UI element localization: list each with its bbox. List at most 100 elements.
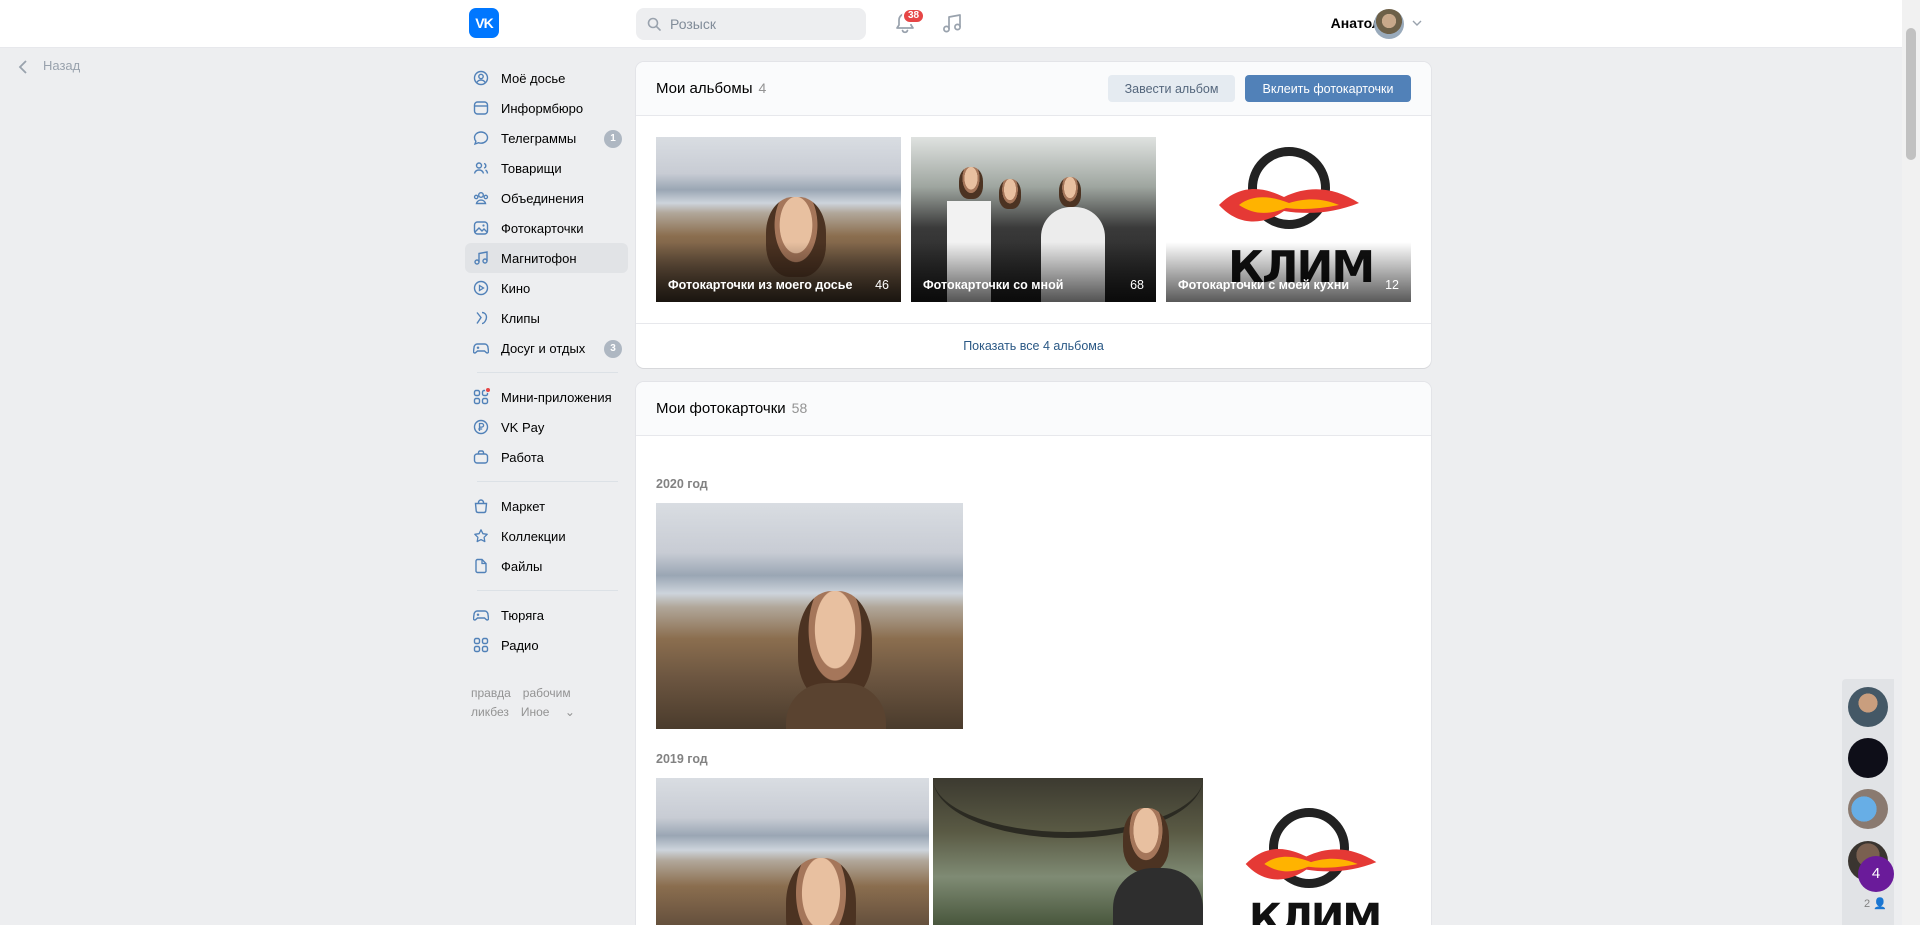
grid-icon: [473, 637, 489, 653]
sidebar-item-user-circle[interactable]: Моё досье: [465, 63, 628, 93]
album-count: 46: [875, 278, 889, 292]
album-card[interactable]: Фотокарточки со мной 68: [911, 137, 1156, 302]
sidebar-item-count: 1: [604, 130, 622, 148]
footer-link-more[interactable]: Иное ⌄: [521, 705, 575, 719]
create-album-button[interactable]: Завести альбом: [1108, 75, 1235, 102]
klim-logo-text: КЛИМ: [1249, 896, 1382, 925]
footer-link-developers[interactable]: рабочим: [523, 686, 571, 700]
year-label: 2020 год: [656, 477, 708, 491]
search-input[interactable]: [670, 8, 860, 40]
sidebar-item-grid[interactable]: Радио: [465, 630, 628, 660]
sidebar-item-label: Магнитофон: [501, 251, 577, 266]
photos-block: Мои фотокарточки 58 2020 год 2019 год КЛИ…: [636, 382, 1431, 925]
video-icon: [473, 280, 489, 296]
photo-thumbnail[interactable]: [656, 503, 963, 729]
top-header: VK 38 Анатолий: [0, 0, 1902, 48]
sidebar-item-label: VK Pay: [501, 420, 545, 435]
sidebar-item-apps[interactable]: Мини-приложения: [465, 382, 628, 412]
albums-block: Мои альбомы 4 Завести альбом Вклеить фото…: [636, 62, 1431, 368]
photo-thumbnail[interactable]: [656, 778, 929, 925]
album-card[interactable]: Фотокарточки из моего досье 46: [656, 137, 901, 302]
year-label: 2019 год: [656, 752, 708, 766]
sidebar-item-count: 3: [604, 340, 622, 358]
footer-link-more-label: Иное: [520, 705, 550, 719]
nav-separator: [477, 372, 618, 373]
album-card[interactable]: КЛИМ Фотокарточки с моей кухни 12: [1166, 137, 1411, 302]
sidebar-item-label: Радио: [501, 638, 539, 653]
album-title: Фотокарточки с моей кухни: [1178, 278, 1350, 292]
sidebar-item-label: Кино: [501, 281, 531, 296]
sidebar-item-label: Мини-приложения: [501, 390, 612, 405]
briefcase-icon: [473, 450, 489, 464]
albums-header: Мои альбомы 4 Завести альбом Вклеить фото…: [636, 62, 1431, 116]
sidebar-item-friends[interactable]: Товарищи: [465, 153, 628, 183]
clips-icon: [476, 311, 488, 325]
sidebar-item-label: Объединения: [501, 191, 584, 206]
sidebar-footer: правда рабочим ликбез Иное ⌄: [471, 684, 621, 722]
sidebar-item-label: Товарищи: [501, 161, 562, 176]
new-dot-badge: [485, 387, 491, 393]
gamepad-icon: [473, 343, 489, 354]
albums-count: 4: [758, 80, 767, 96]
friends-icon: [473, 162, 489, 174]
sidebar-item-news[interactable]: Информбюро: [465, 93, 628, 123]
back-label: Назад: [43, 58, 81, 73]
search-icon: [647, 17, 661, 31]
sidebar-item-label: Тюряга: [501, 608, 544, 623]
albums-title: Мои альбомы 4: [656, 80, 767, 97]
photo-thumbnail[interactable]: КЛИМ: [1207, 778, 1411, 925]
friend-avatar[interactable]: [1848, 687, 1888, 727]
sidebar-item-video[interactable]: Кино: [465, 273, 628, 303]
nav-separator: [477, 481, 618, 482]
sidebar-item-briefcase[interactable]: Работа: [465, 442, 628, 472]
page-scrollbar[interactable]: [1902, 0, 1920, 925]
sidebar-item-clips[interactable]: Клипы: [465, 303, 628, 333]
album-count: 68: [1130, 278, 1144, 292]
bag-icon: [474, 499, 488, 514]
star-icon: [474, 529, 488, 543]
sidebar-item-label: Телеграммы: [501, 131, 577, 146]
music-icon[interactable]: [940, 11, 964, 35]
scrollbar-thumb[interactable]: [1906, 28, 1916, 160]
upload-photos-button[interactable]: Вклеить фотокарточки: [1245, 75, 1411, 102]
footer-link-blog[interactable]: правда: [471, 686, 511, 700]
sidebar-item-label: Моё досье: [501, 71, 566, 86]
vk-logo[interactable]: VK: [469, 8, 499, 38]
chevron-left-icon: [18, 60, 27, 74]
photo-thumbnail[interactable]: [933, 778, 1203, 925]
sidebar-item-file[interactable]: Файлы: [465, 551, 628, 581]
sidebar-item-label: Работа: [501, 450, 544, 465]
photos-header: Мои фотокарточки 58: [636, 382, 1431, 436]
message-icon: [473, 131, 489, 146]
sidebar-item-label: Клипы: [501, 311, 540, 326]
footer-link-help[interactable]: ликбез: [471, 705, 509, 719]
sidebar-item-vkpay[interactable]: VK Pay: [465, 412, 628, 442]
sidebar-item-groups[interactable]: Объединения: [465, 183, 628, 213]
friend-avatar[interactable]: [1848, 789, 1888, 829]
sidebar-item-music[interactable]: Магнитофон: [465, 243, 628, 273]
chat-badge[interactable]: 4: [1858, 856, 1894, 892]
search-box[interactable]: [636, 8, 866, 40]
online-count: 2 👤: [1864, 898, 1887, 910]
groups-icon: [473, 192, 489, 205]
photos-title: Мои фотокарточки 58: [656, 400, 808, 417]
avatar[interactable]: [1374, 9, 1404, 39]
gamepad-icon: [473, 610, 489, 621]
sidebar-item-label: Фотокарточки: [501, 221, 584, 236]
sidebar-item-label: Коллекции: [501, 529, 566, 544]
photo-icon: [473, 221, 489, 235]
news-icon: [473, 101, 489, 115]
sidebar-item-photo[interactable]: Фотокарточки: [465, 213, 628, 243]
photos-count: 58: [791, 400, 808, 416]
album-title: Фотокарточки из моего досье: [668, 278, 853, 292]
sidebar-item-label: Файлы: [501, 559, 543, 574]
sidebar-item-bag[interactable]: Маркет: [465, 491, 628, 521]
nav-separator: [477, 590, 618, 591]
sidebar-item-gamepad[interactable]: Тюряга: [465, 600, 628, 630]
sidebar-item-message[interactable]: Телеграммы 1: [465, 123, 628, 153]
sidebar-item-gamepad[interactable]: Досуг и отдых 3: [465, 333, 628, 363]
friend-avatar[interactable]: [1848, 738, 1888, 778]
chevron-down-icon[interactable]: [1412, 19, 1422, 27]
sidebar-item-star[interactable]: Коллекции: [465, 521, 628, 551]
show-all-albums-link[interactable]: Показать все 4 альбома: [636, 339, 1431, 353]
